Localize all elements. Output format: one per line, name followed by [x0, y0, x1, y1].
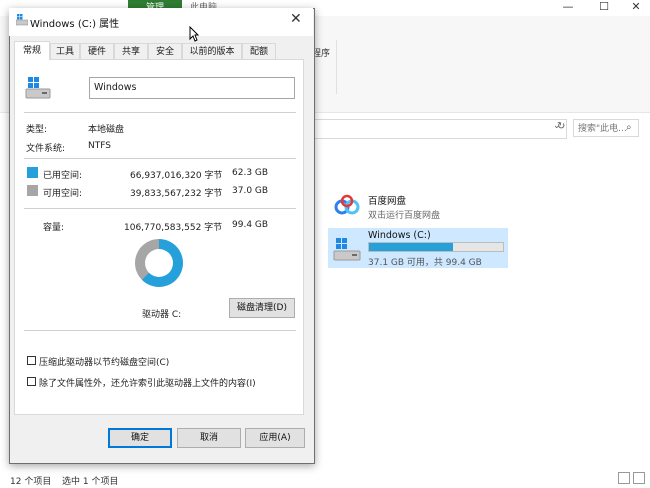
free-space-bytes: 39,833,567,232 字节	[130, 189, 223, 199]
free-space-swatch	[27, 185, 38, 196]
disk-usage-donut	[135, 239, 183, 287]
refresh-icon[interactable]: ↻	[557, 121, 569, 133]
tab-previous-versions[interactable]: 以前的版本	[182, 43, 242, 59]
tiles-view-icon[interactable]	[633, 472, 645, 484]
capacity-bytes: 106,770,583,552 字节	[124, 223, 223, 233]
close-window-icon[interactable]: ✕	[618, 0, 650, 16]
type-value: 本地磁盘	[88, 125, 125, 135]
tab-tools[interactable]: 工具	[50, 43, 80, 59]
divider	[24, 112, 296, 113]
details-view-icon[interactable]	[618, 472, 630, 484]
tab-sharing[interactable]: 共享	[114, 43, 148, 59]
filesystem-value: NTFS	[88, 141, 111, 151]
used-space-label: 已用空间:	[43, 171, 83, 181]
used-space-swatch	[27, 167, 38, 178]
cancel-button[interactable]: 取消	[177, 428, 241, 448]
index-checkbox[interactable]	[27, 377, 36, 386]
drive-small-icon	[15, 14, 29, 26]
drive-c-free-text: 37.1 GB 可用，共 99.4 GB	[368, 258, 482, 268]
divider	[24, 158, 296, 159]
free-space-size: 37.0 GB	[232, 186, 269, 196]
compress-checkbox-label[interactable]: 压缩此驱动器以节约磁盘空间(C)	[39, 355, 169, 368]
divider	[24, 330, 296, 331]
index-checkbox-label[interactable]: 除了文件属性外，还允许索引此驱动器上文件的内容(I)	[39, 376, 256, 389]
capacity-label: 容量:	[43, 223, 65, 233]
status-item-count: 12 个项目	[10, 477, 52, 487]
apply-button[interactable]: 应用(A)	[245, 428, 305, 448]
address-bar[interactable]	[312, 119, 567, 139]
status-selected-count: 选中 1 个项目	[62, 477, 119, 487]
tab-general[interactable]: 常规	[14, 41, 50, 60]
baidu-netdisk-icon	[333, 192, 361, 220]
baidu-netdisk-title[interactable]: 百度网盘	[368, 193, 406, 207]
drive-large-icon	[24, 75, 52, 101]
used-space-bytes: 66,937,016,320 字节	[130, 171, 223, 181]
free-space-label: 可用空间:	[43, 189, 83, 199]
tab-quota[interactable]: 配额	[242, 43, 276, 59]
tab-security[interactable]: 安全	[148, 43, 182, 59]
search-icon[interactable]: ⌕	[626, 122, 632, 133]
filesystem-label: 文件系统:	[26, 144, 66, 154]
disk-cleanup-button[interactable]: 磁盘清理(D)	[229, 298, 295, 318]
drive-c-usage-bar	[368, 242, 504, 252]
mouse-cursor-icon	[189, 25, 200, 42]
maximize-icon[interactable]: ☐	[586, 0, 622, 16]
compress-checkbox[interactable]	[27, 356, 36, 365]
ok-button[interactable]: 确定	[108, 428, 172, 448]
dialog-close-icon[interactable]: ✕	[290, 11, 302, 27]
drive-c-usage-fill	[369, 243, 454, 251]
type-label: 类型:	[26, 125, 48, 135]
dialog-title: Windows (C:) 属性	[30, 19, 120, 30]
used-space-size: 62.3 GB	[232, 168, 269, 178]
drive-c-icon	[332, 236, 362, 264]
capacity-size: 99.4 GB	[232, 220, 269, 230]
ribbon-divider	[336, 40, 337, 94]
drive-c-title[interactable]: Windows (C:)	[368, 230, 431, 241]
tab-hardware[interactable]: 硬件	[80, 43, 114, 59]
minimize-icon[interactable]: —	[550, 0, 586, 16]
drive-label: 驱动器 C:	[142, 310, 182, 320]
drive-name-input[interactable]: Windows	[89, 77, 295, 99]
baidu-netdisk-subtitle: 双击运行百度网盘	[368, 211, 441, 221]
divider	[24, 208, 296, 209]
